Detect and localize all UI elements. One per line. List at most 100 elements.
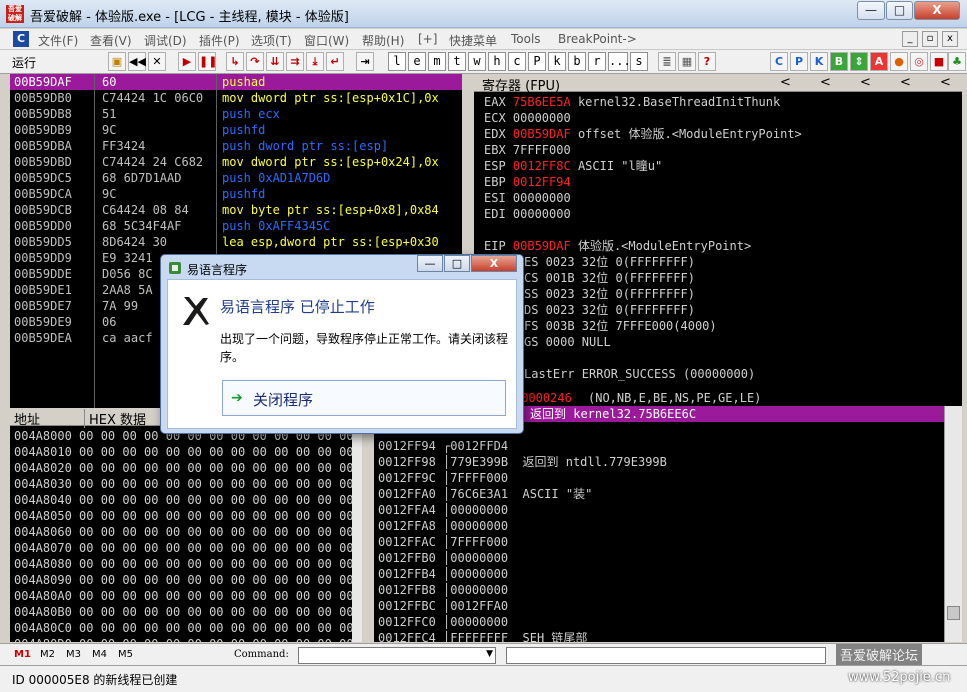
stack-row[interactable]: 0012FFAC │7FFFF000 [378,534,667,550]
mdi-restore-button[interactable]: ▫ [922,31,938,47]
help-icon[interactable]: ? [698,52,716,71]
registers-pane[interactable]: 寄存器 (FPU) < < < < < EAX 75B6EE5A kernel3… [474,74,962,406]
crash-dialog[interactable]: 易语言程序 — □ X 易语言程序 已停止工作 出现了一个问题，导致程序停止正常… [160,254,524,434]
list-icon[interactable]: ≣ [658,52,676,71]
stack-row[interactable]: 0012FFBC │0012FFA0 [378,598,667,614]
reg-arrow-left-4[interactable]: < [900,75,911,90]
trace-into-icon[interactable]: ⇊ [266,52,284,71]
stack-row[interactable]: 0012FF98 │779E399B 返回到 ntdll.779E399B [378,454,667,470]
step-over-icon[interactable]: ↷ [246,52,264,71]
toolbar-btn-c[interactable]: c [508,52,526,71]
menu-view[interactable]: 查看(V) [90,32,132,49]
toolbar-btn-t[interactable]: t [448,52,466,71]
dialog-maximize-button[interactable]: □ [444,255,470,272]
toolbar-btn-e[interactable]: e [408,52,426,71]
stack-row[interactable]: 0012FFA0 │76C6E3A1 ASCII "装" [378,486,667,502]
tab-m1[interactable]: M1 [14,649,31,660]
chevron-down-icon[interactable]: ▼ [486,649,493,659]
close-file-icon[interactable]: ✕ [148,52,166,71]
register-value[interactable]: 00000000 [513,191,578,205]
patch-view-icon[interactable]: P [790,52,808,71]
menu-help[interactable]: 帮助(H) [362,32,404,49]
register-value[interactable]: 0012FF94 [513,175,578,189]
menu-window[interactable]: 窗口(W) [304,32,349,49]
stack-row[interactable]: 0012FFA4 │00000000 [378,502,667,518]
pause-icon[interactable]: ❚❚ [198,52,217,71]
toolbar-btn-s[interactable]: s [630,52,648,71]
menu-plus[interactable]: [+] [418,32,437,46]
goto-icon[interactable]: ⇥ [356,52,374,71]
splitter[interactable] [362,408,374,642]
toolbar-btn-r[interactable]: r [588,52,606,71]
toolbar-btn-b[interactable]: b [568,52,586,71]
cpu-window-icon[interactable]: C [13,31,29,47]
register-value[interactable]: 00000000 [513,207,578,221]
grid-icon[interactable]: ▦ [678,52,696,71]
analyse-icon[interactable]: A [870,52,888,71]
dialog-close-button[interactable]: X [471,255,517,272]
dialog-minimize-button[interactable]: — [417,255,443,272]
tab-m4[interactable]: M4 [92,649,107,660]
reg-arrow-left-3[interactable]: < [860,75,871,90]
animate-icon[interactable]: ↵ [326,52,344,71]
toolbar-btn-h[interactable]: h [488,52,506,71]
menu-file[interactable]: 文件(F) [38,32,78,49]
breakpoint-view-icon[interactable]: B [830,52,848,71]
tab-m2[interactable]: M2 [40,649,55,660]
dump-scrollbar[interactable] [352,426,362,642]
kanji-view-icon[interactable]: K [810,52,828,71]
open-icon[interactable]: ▣ [108,52,126,71]
menu-debug[interactable]: 调试(D) [144,32,187,49]
register-value[interactable]: 75B6EE5A [513,95,578,109]
toolbar-btn-l[interactable]: l [388,52,406,71]
reg-arrow-left-2[interactable]: < [820,75,831,90]
dump-pane[interactable]: 地址 HEX 数据 004A8000 00 00 00 00 00 00 00 … [10,408,362,642]
close-program-button[interactable]: ➔ 关闭程序 [222,380,506,416]
stack-row[interactable]: 0012FFB8 │00000000 [378,582,667,598]
stack-row[interactable]: 0012FFB4 │00000000 [378,566,667,582]
cpu-view-icon[interactable]: C [770,52,788,71]
menu-tools[interactable]: Tools [511,32,541,46]
mdi-close-button[interactable]: x [942,31,958,47]
command-comment-field[interactable] [506,647,826,664]
stack-pane[interactable]: 返回到 kernel32.75B6EE6C 0012FF94 ┌0012FFD4… [374,406,962,642]
register-value[interactable]: 00B59DAF [513,239,578,253]
scroll-thumb[interactable] [947,606,960,620]
register-value[interactable]: 00B59DAF [513,127,578,141]
menu-shortcuts[interactable]: 快捷菜单 [449,32,497,49]
trace-over-icon[interactable]: ⇉ [286,52,304,71]
reg-arrow-left-5[interactable]: < [940,75,951,90]
toolbar-btn-p[interactable]: P [528,52,546,71]
record-icon[interactable]: ● [890,52,908,71]
maximize-button[interactable]: □ [886,1,913,20]
title-bar[interactable]: 吾爱破解 吾爱破解 - 体验版.exe - [LCG - 主线程, 模块 - 体… [0,0,967,28]
reg-arrow-left-1[interactable]: < [780,75,791,90]
stack-row[interactable]: 0012FFC4 │FFFFFFFF SEH 链尾部 [378,630,667,642]
stack-row[interactable]: 0012FFB0 │00000000 [378,550,667,566]
menu-plugins[interactable]: 插件(P) [199,32,240,49]
close-button[interactable]: X [914,1,960,20]
tab-m5[interactable]: M5 [118,649,133,660]
stack-row[interactable]: 0012FF9C │7FFFF000 [378,470,667,486]
hardware-bp-icon[interactable]: ⇕ [850,52,868,71]
command-input[interactable]: ▼ [298,647,496,664]
stack-row[interactable]: 0012FF94 ┌0012FFD4 [378,438,667,454]
register-value[interactable]: 00000000 [513,111,578,125]
tab-m3[interactable]: M3 [66,649,81,660]
menu-breakpoint[interactable]: BreakPoint-> [558,32,637,46]
stack-row[interactable]: 0012FFC0 │00000000 [378,614,667,630]
execute-till-return-icon[interactable]: ⤓ [306,52,324,71]
register-value[interactable]: 0012FF8C [513,159,578,173]
stop-icon[interactable]: ■ [930,52,948,71]
stack-scrollbar[interactable] [944,406,962,642]
toolbar-btn-w[interactable]: w [468,52,486,71]
toolbar-btn-dots[interactable]: ... [608,52,631,71]
toolbar-btn-k[interactable]: k [548,52,566,71]
menu-options[interactable]: 选项(T) [251,32,292,49]
mdi-minimize-button[interactable]: _ [902,31,918,47]
register-value[interactable]: 7FFFF000 [513,143,578,157]
step-into-icon[interactable]: ↳ [226,52,244,71]
plugin-icon[interactable]: ♣ [948,52,966,71]
rewind-icon[interactable]: ◀◀ [128,52,146,71]
stack-row[interactable]: 0012FFA8 │00000000 [378,518,667,534]
